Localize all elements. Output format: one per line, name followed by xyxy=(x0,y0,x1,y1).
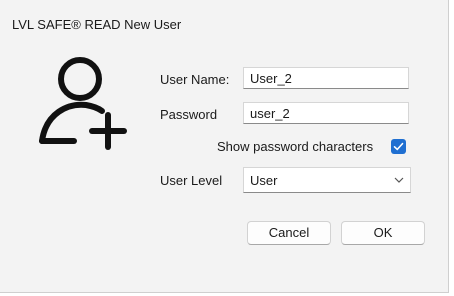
user-level-value: User xyxy=(250,173,278,188)
ok-button[interactable]: OK xyxy=(341,221,425,245)
chevron-down-icon xyxy=(394,177,404,183)
show-password-checkbox[interactable] xyxy=(391,139,406,154)
username-label: User Name: xyxy=(160,72,230,87)
password-input[interactable]: user_2 xyxy=(243,102,409,124)
show-password-label[interactable]: Show password characters xyxy=(217,139,373,154)
password-label: Password xyxy=(160,107,218,122)
new-user-dialog: LVL SAFE® READ New User User Name: User_… xyxy=(0,0,449,293)
username-input[interactable]: User_2 xyxy=(243,67,409,89)
user-level-label: User Level xyxy=(160,173,223,188)
cancel-button[interactable]: Cancel xyxy=(247,221,331,245)
window-title: LVL SAFE® READ New User xyxy=(12,17,182,32)
user-level-select[interactable]: User xyxy=(243,167,411,193)
add-user-icon xyxy=(39,57,127,150)
title-bar: LVL SAFE® READ New User xyxy=(0,0,448,44)
checkmark-icon xyxy=(393,142,404,151)
